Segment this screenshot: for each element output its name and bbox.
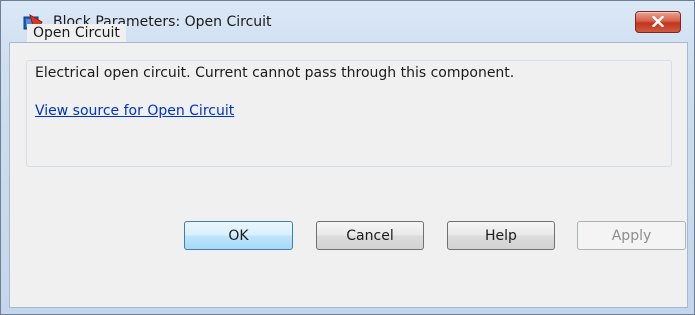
apply-button[interactable]: Apply bbox=[577, 221, 686, 250]
block-parameters-dialog: Block Parameters: Open Circuit Open Circ… bbox=[0, 0, 695, 315]
ok-button[interactable]: OK bbox=[184, 221, 293, 250]
close-icon bbox=[652, 16, 664, 27]
group-title: Open Circuit bbox=[27, 24, 126, 42]
cancel-button[interactable]: Cancel bbox=[316, 221, 424, 250]
help-button[interactable]: Help bbox=[447, 221, 555, 250]
close-button[interactable] bbox=[635, 11, 681, 33]
view-source-link[interactable]: View source for Open Circuit bbox=[35, 101, 234, 121]
block-description: Electrical open circuit. Current cannot … bbox=[35, 65, 515, 81]
